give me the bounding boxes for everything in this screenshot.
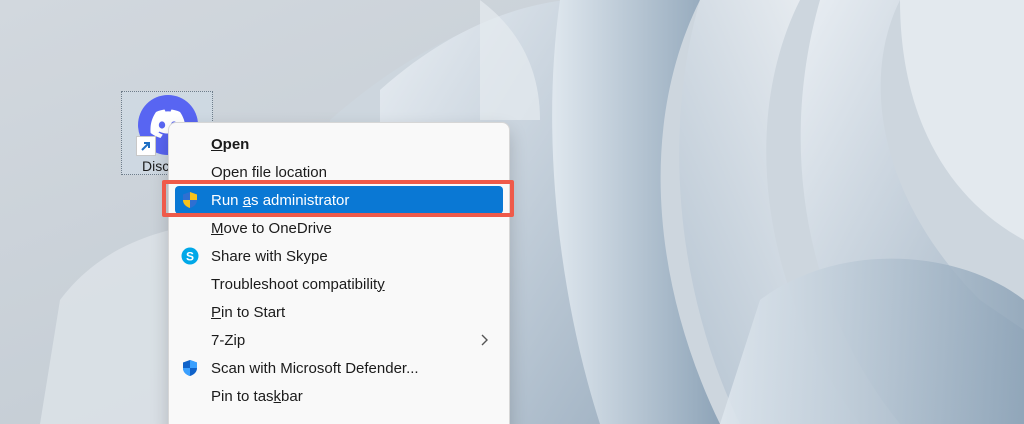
menu-item-pin-to-start[interactable]: Pin to Start (175, 298, 503, 326)
menu-item-label: Open (211, 135, 250, 153)
menu-item-open[interactable]: Open (175, 130, 503, 158)
menu-item-label: Open file location (211, 163, 327, 181)
chevron-right-icon (481, 334, 488, 346)
menu-item-pin-to-taskbar[interactable]: Pin to taskbar (175, 382, 503, 410)
menu-item-label: Troubleshoot compatibility (211, 275, 385, 293)
menu-item-label: Pin to Start (211, 303, 286, 321)
defender-shield-icon (183, 360, 197, 376)
menu-item-label: Share with Skype (211, 247, 328, 265)
skype-icon: S (181, 247, 199, 265)
menu-item-label: Pin to taskbar (211, 387, 303, 405)
annotation-highlight-frame (162, 180, 514, 217)
menu-item-move-to-onedrive[interactable]: Move to OneDrive (175, 214, 503, 242)
menu-item-label: Move to OneDrive (211, 219, 332, 237)
menu-item-7-zip[interactable]: 7-Zip (175, 326, 503, 354)
menu-item-troubleshoot-compatibility[interactable]: Troubleshoot compatibility (175, 270, 503, 298)
menu-item-share-with-skype[interactable]: S Share with Skype (175, 242, 503, 270)
svg-text:S: S (186, 250, 194, 264)
shortcut-arrow-icon (136, 136, 156, 156)
context-menu: Open Open file location Run as administr… (168, 122, 510, 424)
menu-item-label: Scan with Microsoft Defender... (211, 359, 419, 377)
menu-item-label: 7-Zip (211, 331, 246, 349)
menu-item-scan-with-defender[interactable]: Scan with Microsoft Defender... (175, 354, 503, 382)
